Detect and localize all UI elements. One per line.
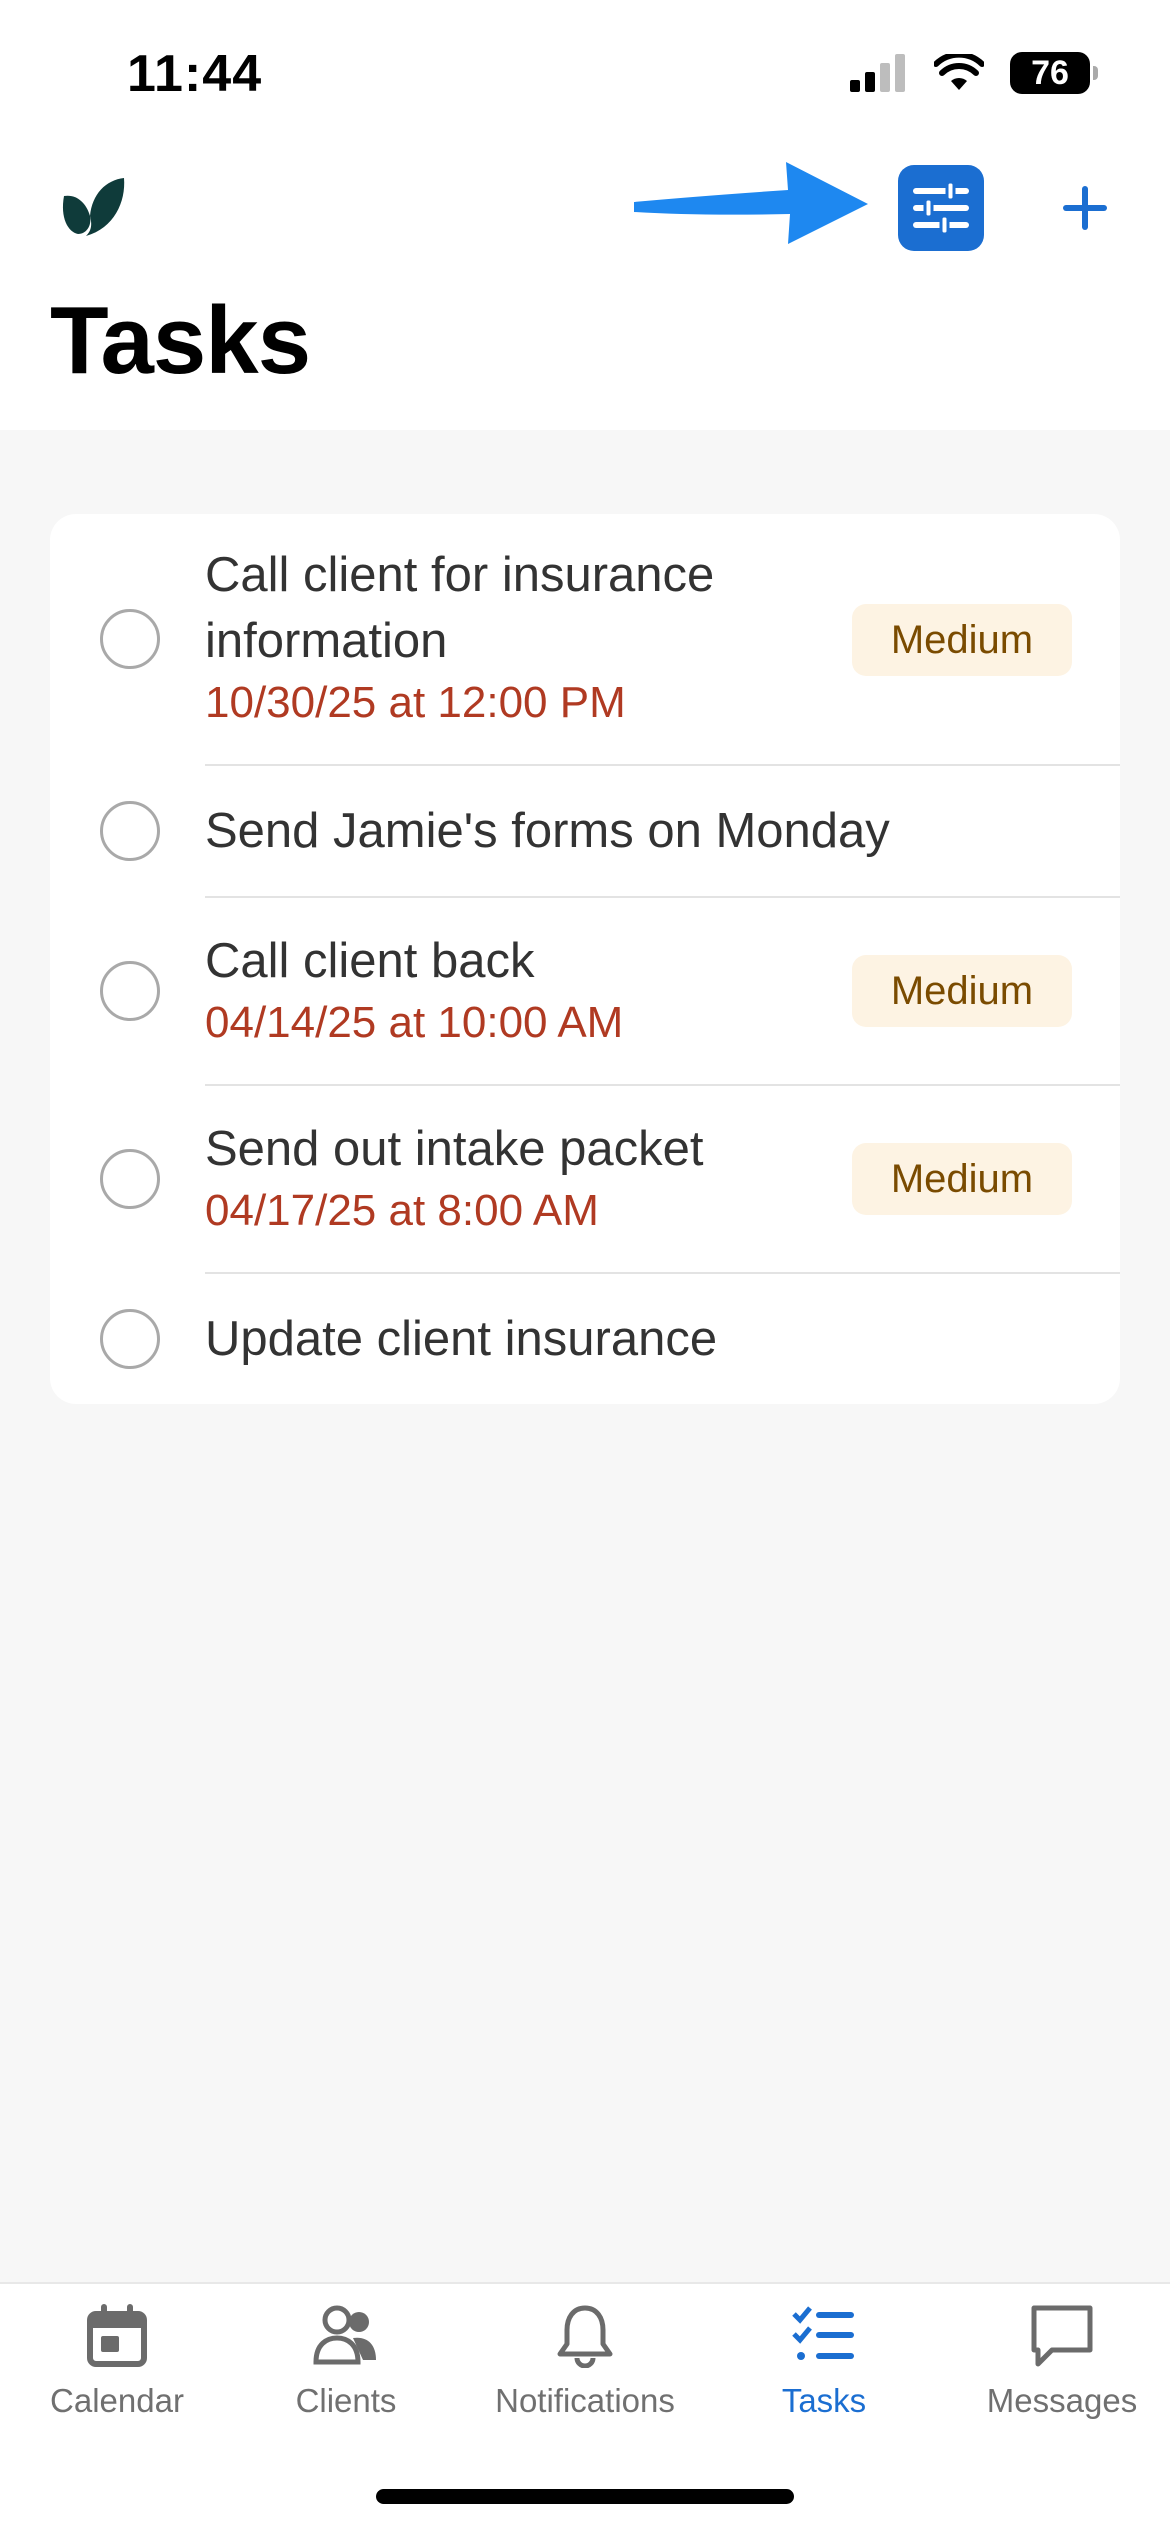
plus-icon [1063,186,1107,230]
tab-label: Clients [295,2382,397,2419]
task-row[interactable]: Send Jamie's forms on Monday [50,766,1120,896]
task-title: Send Jamie's forms on Monday [205,804,890,858]
tab-notifications[interactable]: Notifications [468,2304,702,2420]
task-title: Call client for insurance [205,548,715,602]
task-row[interactable]: Send out intake packet 04/17/25 at 8:00 … [50,1086,1120,1272]
bell-icon [557,2305,613,2368]
page-title: Tasks [50,287,311,394]
task-checkbox[interactable] [100,1149,160,1209]
task-row[interactable]: Update client insurance [50,1274,1120,1404]
tab-label: Tasks [781,2382,867,2419]
chat-bubble-icon [1031,2305,1093,2367]
priority-badge: Medium [852,955,1072,1027]
wifi-icon [934,54,984,90]
tab-calendar[interactable]: Calendar [0,2304,234,2420]
task-due-date: 04/17/25 at 8:00 AM [205,1186,599,1235]
battery-indicator: 76 [1010,52,1098,94]
tab-label: Calendar [50,2382,184,2419]
sliders-icon [913,182,969,234]
status-time: 11:44 [127,45,263,103]
tab-label: Messages [986,2382,1138,2419]
home-indicator[interactable] [376,2489,794,2504]
task-title: Send out intake packet [205,1122,704,1176]
annotation-arrow [634,162,868,244]
task-title: information [205,614,448,668]
task-checkbox[interactable] [100,801,160,861]
tab-messages[interactable]: Messages [945,2304,1170,2420]
add-task-button[interactable] [1055,178,1115,238]
task-due-date: 04/14/25 at 10:00 AM [205,998,624,1047]
tab-label: Notifications [495,2382,675,2419]
signal-icon [850,54,905,92]
tab-tasks[interactable]: Tasks [707,2304,941,2420]
priority-badge: Medium [852,604,1072,676]
app-logo [62,178,125,236]
task-row[interactable]: Call client for insurance information 10… [50,514,1120,764]
people-icon [313,2305,376,2365]
filter-button[interactable] [898,165,984,251]
task-list: Call client for insurance information 10… [50,514,1120,1404]
task-title: Call client back [205,934,535,988]
task-checkbox[interactable] [100,609,160,669]
task-checkbox[interactable] [100,961,160,1021]
status-icons: 76 [850,52,1098,94]
tab-clients[interactable]: Clients [229,2304,463,2420]
header-bar: 11:44 76 Tasks [0,0,1170,430]
task-due-date: 10/30/25 at 12:00 PM [205,678,626,727]
task-checkbox[interactable] [100,1309,160,1369]
task-row[interactable]: Call client back 04/14/25 at 10:00 AM Me… [50,898,1120,1084]
checklist-icon [792,2306,854,2360]
priority-badge: Medium [852,1143,1072,1215]
task-title: Update client insurance [205,1312,718,1366]
calendar-icon [87,2304,147,2367]
